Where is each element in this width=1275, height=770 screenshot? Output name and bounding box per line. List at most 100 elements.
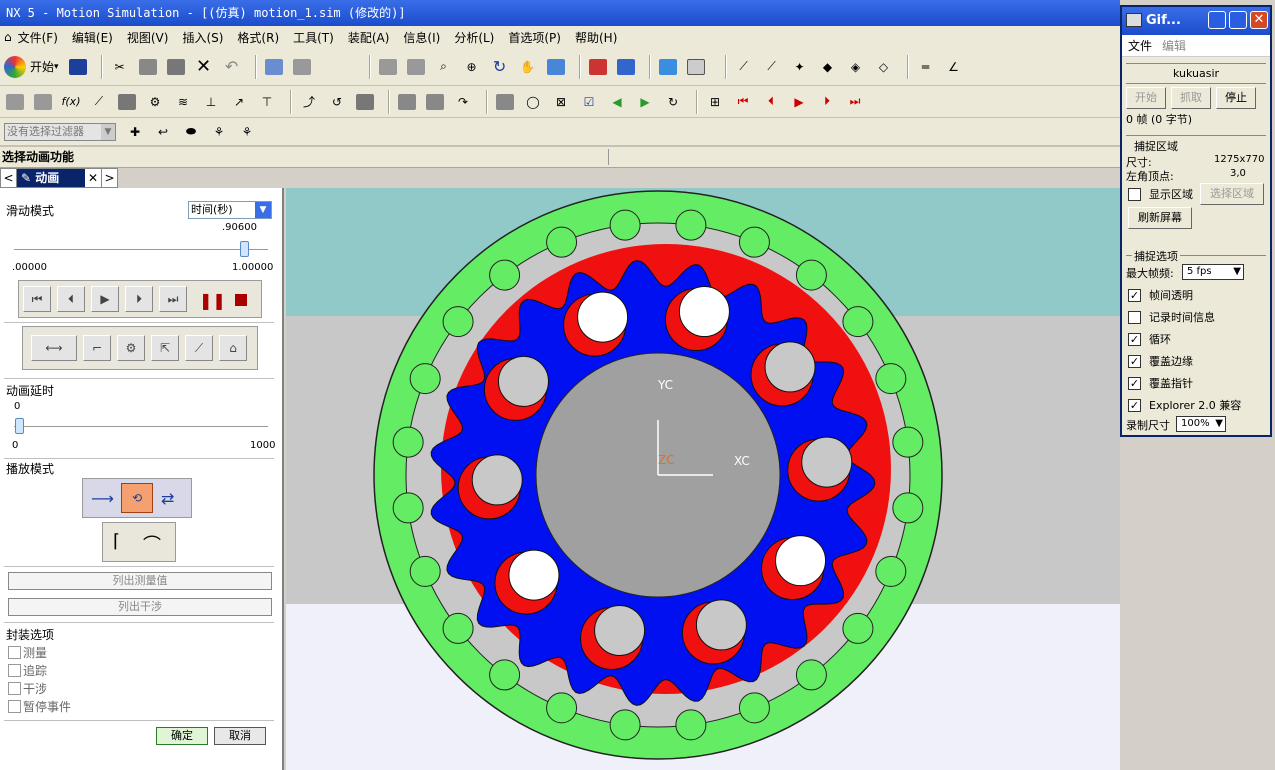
play-pingpong-button[interactable]: ⇄	[161, 489, 174, 508]
record-size-select[interactable]: 100% ▼	[1176, 416, 1226, 432]
force-icon[interactable]: ↗	[228, 91, 250, 113]
function-icon[interactable]: f(x)	[60, 91, 82, 113]
time-slider-thumb[interactable]	[240, 241, 250, 257]
last-frame-icon[interactable]: ⏭	[844, 91, 866, 113]
gif-menu-edit[interactable]: 编辑	[1162, 37, 1186, 54]
contact2-icon[interactable]: ↺	[326, 91, 348, 113]
menu-preferences[interactable]: 首选项(P)	[508, 29, 561, 46]
contact-icon[interactable]: ⤴	[298, 91, 320, 113]
pan-icon[interactable]: ✋	[517, 56, 539, 78]
gif-stop-button[interactable]: 停止	[1216, 87, 1256, 109]
marker-icon[interactable]	[116, 91, 138, 113]
arrow-left-icon[interactable]: ◀	[606, 91, 628, 113]
camera-button[interactable]: ⌂	[219, 335, 247, 361]
option-explorer[interactable]: ✓ Explorer 2.0 兼容	[1128, 397, 1241, 413]
damper-icon[interactable]: ⊥	[200, 91, 222, 113]
spring-icon[interactable]: ≋	[172, 91, 194, 113]
option-loop[interactable]: ✓ 循环	[1128, 331, 1171, 347]
solver-icon[interactable]	[354, 91, 376, 113]
measure-icon[interactable]: ═	[915, 56, 937, 78]
layer-settings-icon[interactable]	[291, 56, 313, 78]
delete-icon[interactable]: ✕	[193, 56, 215, 78]
option-interference[interactable]: 干涉	[8, 680, 47, 697]
play-loop-button[interactable]: ⟲	[121, 483, 153, 513]
maximize-icon[interactable]	[1229, 11, 1247, 29]
fit-icon[interactable]	[377, 56, 399, 78]
select2-icon[interactable]: ⚘	[208, 121, 230, 143]
refresh-screen-button[interactable]: 刷新屏幕	[1128, 207, 1192, 229]
output-icon[interactable]: ⊠	[550, 91, 572, 113]
tab-animation[interactable]: ✎ 动画 ✕	[17, 169, 101, 187]
select-area-button[interactable]: 选择区域	[1200, 183, 1264, 205]
tab-prev-icon[interactable]: <	[1, 169, 17, 187]
undo-select-icon[interactable]: ↩	[152, 121, 174, 143]
next-frame-icon[interactable]: ⏵	[816, 91, 838, 113]
snap-icon[interactable]: ⟋	[733, 56, 755, 78]
show-area-checkbox[interactable]: 显示区域	[1128, 186, 1193, 202]
prev-frame-icon[interactable]: ⏴	[760, 91, 782, 113]
play-once-button[interactable]: ⟶	[91, 489, 114, 508]
select3-icon[interactable]: ⚘	[236, 121, 258, 143]
menu-help[interactable]: 帮助(H)	[575, 29, 617, 46]
gif-start-button[interactable]: 开始	[1126, 87, 1166, 109]
joint-icon[interactable]: ⟋	[88, 91, 110, 113]
trace-arch-button[interactable]: ⌒	[143, 531, 161, 557]
play-icon[interactable]: ▶	[788, 91, 810, 113]
menu-insert[interactable]: 插入(S)	[182, 29, 223, 46]
max-fps-select[interactable]: 5 fps ▼	[1182, 264, 1244, 280]
ruler-button[interactable]: ⟷	[31, 335, 77, 361]
trace-icon[interactable]: ↷	[452, 91, 474, 113]
filter-icon[interactable]: ✚	[124, 121, 146, 143]
tab-close-icon[interactable]: ✕	[85, 169, 101, 187]
snap3-icon[interactable]: ✦	[789, 56, 811, 78]
play-button[interactable]: ▶	[91, 286, 119, 312]
option-measure[interactable]: 测量	[8, 644, 47, 661]
cube-view-icon[interactable]	[657, 56, 679, 78]
menu-tools[interactable]: 工具(T)	[293, 29, 334, 46]
drawing-icon[interactable]	[685, 56, 707, 78]
graph-icon[interactable]	[494, 91, 516, 113]
zoom-in-icon[interactable]: ⊕	[461, 56, 483, 78]
first-frame-button[interactable]: ⏮	[23, 286, 51, 312]
time-slider-track[interactable]	[14, 249, 268, 251]
menu-file[interactable]: 文件(F)	[18, 29, 58, 46]
motion-env-icon[interactable]	[4, 91, 26, 113]
pause-button[interactable]: ❚❚	[199, 291, 226, 310]
option-transparent[interactable]: ✓ 帧间透明	[1128, 287, 1193, 303]
trace-open-button[interactable]: ⌈	[113, 531, 120, 552]
link-icon[interactable]	[32, 91, 54, 113]
start-button[interactable]: 开始 ▾	[4, 55, 59, 78]
edit2-icon[interactable]	[424, 91, 446, 113]
undo-icon[interactable]: ↶	[221, 56, 243, 78]
stair-button[interactable]: ⌐	[83, 335, 111, 361]
check-icon[interactable]: ☑	[578, 91, 600, 113]
step-back-button[interactable]: ⏴	[57, 286, 85, 312]
menu-edit[interactable]: 编辑(E)	[72, 29, 113, 46]
last-frame-button[interactable]: ⏭	[159, 286, 187, 312]
selection-filter[interactable]: 没有选择过滤器 ▼	[4, 122, 116, 141]
snap6-icon[interactable]: ◇	[873, 56, 895, 78]
gear-tool-button[interactable]: ⚙	[117, 335, 145, 361]
arm-button[interactable]: ⟋	[185, 335, 213, 361]
render-icon[interactable]	[587, 56, 609, 78]
step-forward-button[interactable]: ⏵	[125, 286, 153, 312]
menu-format[interactable]: 格式(R)	[237, 29, 279, 46]
menu-view[interactable]: 视图(V)	[127, 29, 169, 46]
rotate-icon[interactable]: ↻	[489, 56, 511, 78]
person-icon[interactable]: ◯	[522, 91, 544, 113]
render2-icon[interactable]	[615, 56, 637, 78]
menu-info[interactable]: 信息(I)	[403, 29, 440, 46]
list-interference-button[interactable]: 列出干涉	[8, 598, 272, 616]
layer-icon[interactable]	[263, 56, 285, 78]
ok-button[interactable]: 确定	[156, 727, 208, 745]
menu-analysis[interactable]: 分析(L)	[454, 29, 494, 46]
graphics-window[interactable]: YC XC ZC	[286, 188, 1120, 770]
arrow-right-icon[interactable]: ▶	[634, 91, 656, 113]
edit-icon[interactable]	[396, 91, 418, 113]
option-pointer[interactable]: ✓ 覆盖指针	[1128, 375, 1193, 391]
export-button[interactable]: ⇱	[151, 335, 179, 361]
frame-icon[interactable]	[405, 56, 427, 78]
reload-icon[interactable]: ↻	[662, 91, 684, 113]
paste-icon[interactable]	[165, 56, 187, 78]
shade-icon[interactable]	[545, 56, 567, 78]
